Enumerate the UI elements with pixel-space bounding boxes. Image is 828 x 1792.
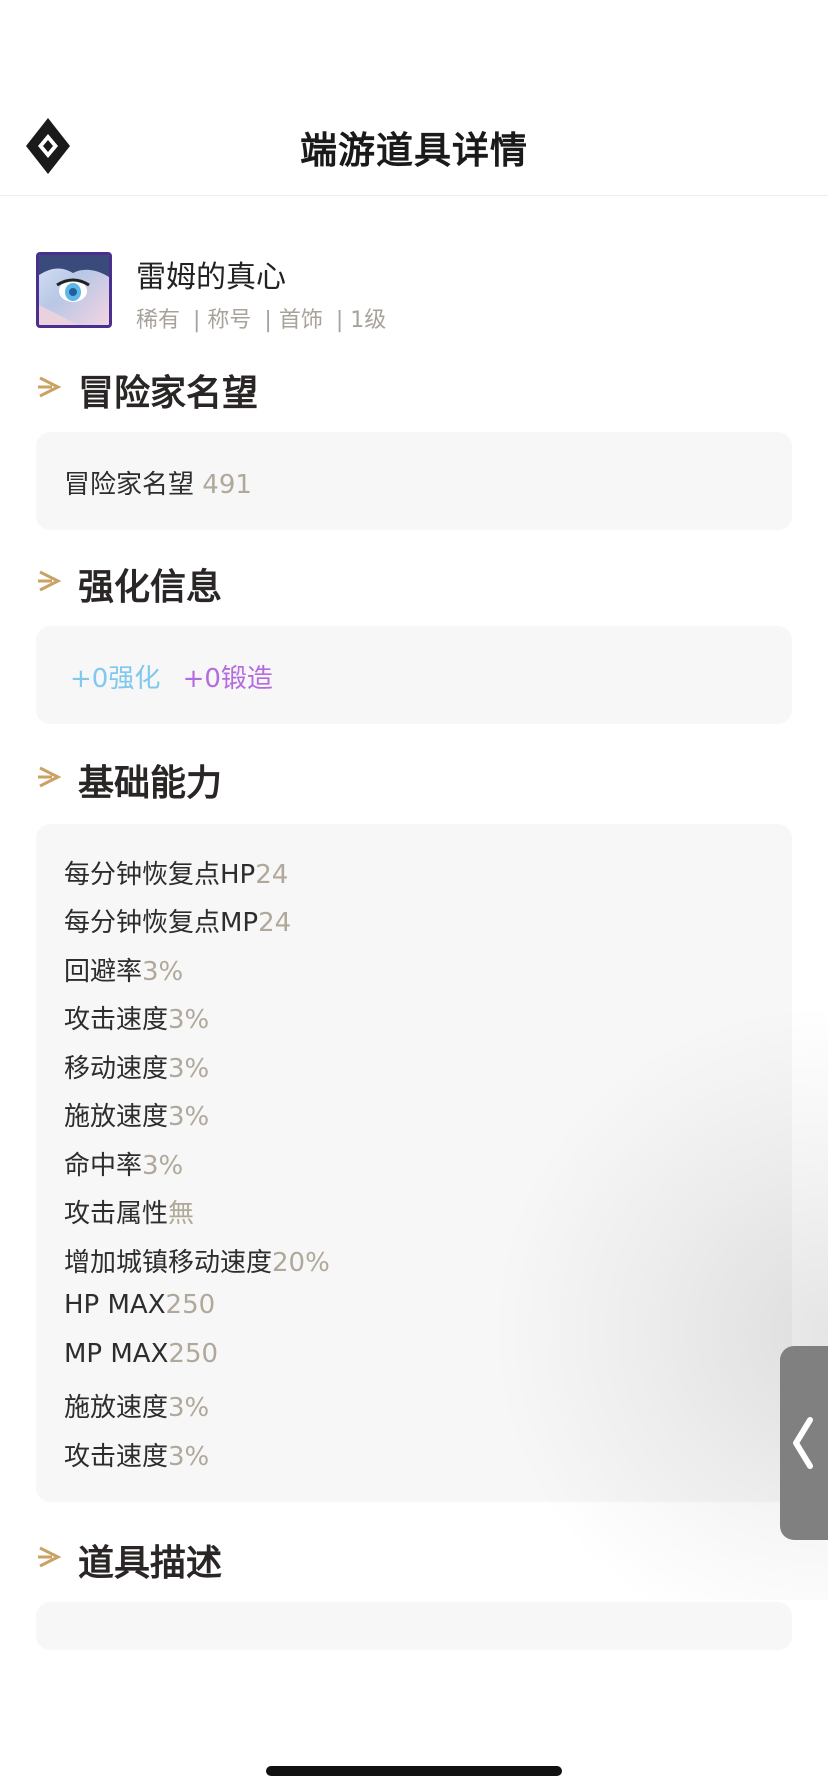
description-card: [36, 1602, 792, 1650]
item-name: 雷姆的真心: [136, 260, 286, 295]
stat-value: 3%: [142, 957, 184, 987]
stat-label: 攻击速度: [64, 1442, 169, 1472]
enhance-level: +0强化: [70, 664, 161, 694]
stat-label: 攻击属性: [64, 1199, 169, 1229]
home-indicator[interactable]: [266, 1766, 562, 1776]
reputation-value: 491: [202, 470, 252, 500]
item-thumbnail: [36, 252, 112, 328]
stat-label: 攻击速度: [64, 1005, 169, 1035]
stat-row: 攻击属性無: [64, 1193, 194, 1230]
arrow-right-icon: [38, 766, 62, 788]
stat-row: 回避率3%: [64, 951, 183, 988]
reputation-line: 冒险家名望 491: [64, 470, 252, 500]
stat-value: 24: [258, 908, 292, 938]
stat-row: 攻击速度3%: [64, 999, 209, 1036]
stat-label: HP MAX: [64, 1290, 166, 1320]
arrow-right-icon: [38, 570, 62, 592]
stat-value: 無: [168, 1199, 195, 1229]
stat-row: 每分钟恢复点HP24: [64, 854, 288, 891]
stat-label: 命中率: [64, 1151, 143, 1181]
side-drawer-tab[interactable]: [780, 1346, 828, 1540]
page-title: 端游道具详情: [300, 129, 528, 172]
stat-value: 3%: [168, 1005, 210, 1035]
stat-row: 施放速度3%: [64, 1096, 209, 1133]
stat-row: MP MAX250: [64, 1339, 218, 1369]
stat-label: 施放速度: [64, 1393, 169, 1423]
item-type: | 称号: [193, 308, 252, 333]
item-header: 雷姆的真心 稀有 | 称号 | 首饰 | 1级: [36, 252, 796, 334]
basic-stats-card: 每分钟恢复点HP24 每分钟恢复点MP24 回避率3% 攻击速度3% 移动速度3…: [36, 824, 792, 1502]
stat-row: 攻击速度3%: [64, 1436, 209, 1473]
navbar: 端游道具详情: [0, 100, 828, 196]
stat-value: 24: [255, 860, 289, 890]
character-portrait-icon: [39, 255, 109, 325]
stat-value: 20%: [272, 1248, 330, 1278]
stat-value: 250: [165, 1290, 216, 1320]
stat-row: 施放速度3%: [64, 1387, 209, 1424]
stat-label: 每分钟恢复点HP: [64, 860, 256, 890]
stat-value: 3%: [168, 1054, 210, 1084]
arrow-right-icon: [38, 1546, 62, 1568]
stat-label: 移动速度: [64, 1054, 169, 1084]
stat-row: 命中率3%: [64, 1145, 183, 1182]
stat-value: 3%: [142, 1151, 184, 1181]
stat-row: 移动速度3%: [64, 1048, 209, 1085]
stat-row: HP MAX250: [64, 1290, 215, 1320]
page: 端游道具详情 雷姆的真心 稀有 | 称号 | 首饰 | 1级 冒险家名望 冒险家…: [0, 0, 828, 1792]
item-meta: 稀有 | 称号 | 首饰 | 1级: [136, 302, 392, 334]
chevron-left-icon: [793, 1417, 813, 1469]
stat-value: 3%: [168, 1102, 210, 1132]
stat-row: 增加城镇移动速度20%: [64, 1242, 330, 1279]
stat-label: 增加城镇移动速度: [64, 1248, 273, 1278]
forge-level: +0锻造: [182, 664, 273, 694]
stat-label: 回避率: [64, 957, 143, 987]
enhance-card: +0强化 +0锻造: [36, 626, 792, 724]
item-rarity: 稀有: [136, 308, 181, 333]
item-slot: | 首饰: [264, 308, 323, 333]
item-level: | 1级: [335, 308, 387, 333]
stat-label: MP MAX: [64, 1339, 169, 1369]
stat-value: 3%: [168, 1442, 210, 1472]
stat-row: 每分钟恢复点MP24: [64, 902, 291, 939]
stat-value: 3%: [168, 1393, 210, 1423]
stat-label: 每分钟恢复点MP: [64, 908, 259, 938]
enhance-line: +0强化 +0锻造: [70, 658, 273, 695]
reputation-card: 冒险家名望 491: [36, 432, 792, 530]
stat-label: 施放速度: [64, 1102, 169, 1132]
arrow-right-icon: [38, 376, 62, 398]
stat-value: 250: [168, 1339, 219, 1369]
